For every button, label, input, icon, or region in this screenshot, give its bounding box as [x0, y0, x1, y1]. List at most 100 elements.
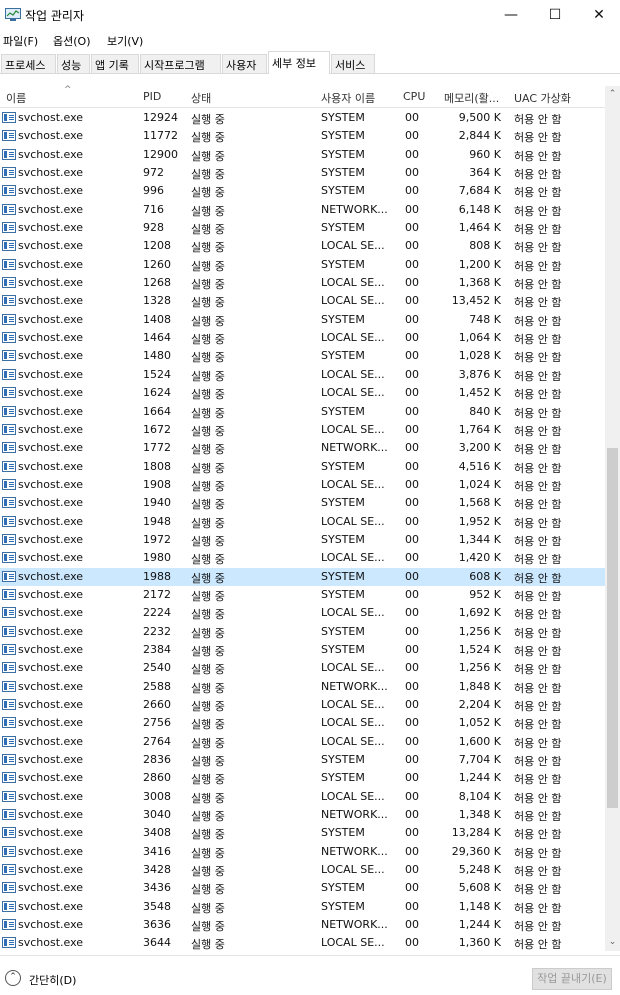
- column-header-name[interactable]: 이름: [6, 90, 26, 106]
- scroll-up-icon[interactable]: ⌃: [605, 86, 620, 103]
- process-memory: 1,452 K: [458, 386, 501, 400]
- collapse-chevron-icon[interactable]: ⌃: [5, 970, 21, 986]
- process-icon: [2, 313, 16, 325]
- column-header-cpu[interactable]: CPU: [403, 90, 425, 103]
- table-row[interactable]: svchost.exe 1808 실행 중 SYSTEM 00 4,516 K 허용 안 함: [0, 458, 605, 476]
- table-row[interactable]: svchost.exe 1948 실행 중 LOCAL SE... 00 1,952 K 허…: [0, 513, 605, 531]
- process-status: 실행 중: [191, 718, 225, 732]
- process-status: 실행 중: [191, 846, 225, 860]
- table-row[interactable]: svchost.exe 1940 실행 중 SYSTEM 00 1,568 K 허용 안 함: [0, 494, 605, 512]
- maximize-button[interactable]: ☐: [532, 0, 578, 30]
- table-row[interactable]: svchost.exe 2172 실행 중 SYSTEM 00 952 K 허용 안 함: [0, 586, 605, 604]
- table-row[interactable]: svchost.exe 12924 실행 중 SYSTEM 00 9,500 K 허용 안 …: [0, 109, 605, 127]
- table-row[interactable]: svchost.exe 12900 실행 중 SYSTEM 00 960 K 허용 안 함: [0, 146, 605, 164]
- table-row[interactable]: svchost.exe 928 실행 중 SYSTEM 00 1,464 K 허용 안 함: [0, 219, 605, 237]
- process-memory: 1,464 K: [458, 221, 501, 235]
- process-name: svchost.exe: [18, 532, 84, 546]
- process-pid: 3008: [143, 789, 171, 803]
- table-row[interactable]: svchost.exe 3436 실행 중 SYSTEM 00 5,608 K 허용 안 함: [0, 879, 605, 897]
- table-row[interactable]: svchost.exe 2540 실행 중 LOCAL SE... 00 1,256 K 허…: [0, 659, 605, 677]
- column-header-status[interactable]: 상태: [191, 90, 211, 106]
- table-row[interactable]: svchost.exe 1664 실행 중 SYSTEM 00 840 K 허용 안 함: [0, 403, 605, 421]
- process-name: svchost.exe: [18, 844, 84, 858]
- scroll-thumb[interactable]: [607, 448, 618, 808]
- table-row[interactable]: svchost.exe 1328 실행 중 LOCAL SE... 00 13,452 K…: [0, 292, 605, 310]
- column-header-memory[interactable]: 메모리(활...: [444, 90, 499, 106]
- tab-app-history[interactable]: 앱 기록: [91, 54, 139, 73]
- process-uac: 허용 안 함: [514, 204, 562, 218]
- table-row[interactable]: svchost.exe 2588 실행 중 NETWORK... 00 1,848 K 허용…: [0, 678, 605, 696]
- table-row[interactable]: svchost.exe 3428 실행 중 LOCAL SE... 00 5,248 K 허…: [0, 861, 605, 879]
- table-row[interactable]: svchost.exe 2224 실행 중 LOCAL SE... 00 1,692 K 허…: [0, 604, 605, 622]
- table-row[interactable]: svchost.exe 2384 실행 중 SYSTEM 00 1,524 K 허용 안 함: [0, 641, 605, 659]
- table-row[interactable]: svchost.exe 1908 실행 중 LOCAL SE... 00 1,024 K 허…: [0, 476, 605, 494]
- collapse-details-link[interactable]: 간단히(D): [29, 972, 76, 988]
- tab-performance[interactable]: 성능: [57, 54, 90, 73]
- process-user: LOCAL SE...: [321, 367, 385, 381]
- table-row[interactable]: svchost.exe 1208 실행 중 LOCAL SE... 00 808 K 허용 …: [0, 237, 605, 255]
- menu-options[interactable]: 옵션(O): [53, 33, 90, 49]
- process-name: svchost.exe: [18, 642, 84, 656]
- table-row[interactable]: svchost.exe 1980 실행 중 LOCAL SE... 00 1,420 K 허…: [0, 549, 605, 567]
- table-row[interactable]: svchost.exe 11772 실행 중 SYSTEM 00 2,844 K 허용 안 …: [0, 127, 605, 145]
- process-memory: 1,344 K: [458, 532, 501, 546]
- process-cpu: 00: [405, 239, 419, 253]
- process-pid: 3548: [143, 899, 171, 913]
- tab-users[interactable]: 사용자: [222, 54, 267, 73]
- tab-details[interactable]: 세부 정보: [268, 51, 330, 74]
- table-row[interactable]: svchost.exe 996 실행 중 SYSTEM 00 7,684 K 허용 안 함: [0, 182, 605, 200]
- menu-file[interactable]: 파일(F): [3, 33, 38, 49]
- table-row[interactable]: svchost.exe 1260 실행 중 SYSTEM 00 1,200 K 허용 안 함: [0, 256, 605, 274]
- table-row[interactable]: svchost.exe 972 실행 중 SYSTEM 00 364 K 허용 안 함: [0, 164, 605, 182]
- process-name: svchost.exe: [18, 221, 84, 235]
- table-row[interactable]: svchost.exe 1972 실행 중 SYSTEM 00 1,344 K 허용 안 함: [0, 531, 605, 549]
- process-name: svchost.exe: [18, 496, 84, 510]
- table-row[interactable]: svchost.exe 1464 실행 중 LOCAL SE... 00 1,064 K 허…: [0, 329, 605, 347]
- process-uac: 허용 안 함: [514, 443, 562, 457]
- table-row[interactable]: svchost.exe 1672 실행 중 LOCAL SE... 00 1,764 K 허…: [0, 421, 605, 439]
- minimize-button[interactable]: —: [488, 0, 534, 30]
- process-cpu: 00: [405, 129, 419, 143]
- table-row[interactable]: svchost.exe 1408 실행 중 SYSTEM 00 748 K 허용 안 함: [0, 311, 605, 329]
- column-header-uac[interactable]: UAC 가상화: [514, 90, 571, 106]
- scroll-down-icon[interactable]: ⌄: [605, 934, 620, 951]
- table-row[interactable]: svchost.exe 1524 실행 중 LOCAL SE... 00 3,876 K 허…: [0, 366, 605, 384]
- tab-processes[interactable]: 프로세스: [1, 54, 56, 73]
- column-header-pid[interactable]: PID: [143, 90, 161, 103]
- process-icon: [2, 680, 16, 692]
- menu-view[interactable]: 보기(V): [107, 33, 143, 49]
- process-icon: [2, 460, 16, 472]
- process-memory: 13,284 K: [451, 826, 501, 840]
- table-row[interactable]: svchost.exe 3008 실행 중 LOCAL SE... 00 8,104 K 허…: [0, 788, 605, 806]
- process-uac: 허용 안 함: [514, 461, 562, 475]
- table-row[interactable]: svchost.exe 2764 실행 중 LOCAL SE... 00 1,600 K 허…: [0, 733, 605, 751]
- process-pid: 2172: [143, 587, 171, 601]
- table-row[interactable]: svchost.exe 1268 실행 중 LOCAL SE... 00 1,368 K 허…: [0, 274, 605, 292]
- table-row[interactable]: svchost.exe 3636 실행 중 NETWORK... 00 1,244 K 허용…: [0, 916, 605, 934]
- close-button[interactable]: ✕: [576, 0, 620, 30]
- table-row[interactable]: svchost.exe 3416 실행 중 NETWORK... 00 29,360 K 허…: [0, 843, 605, 861]
- process-pid: 1808: [143, 459, 171, 473]
- table-row[interactable]: svchost.exe 2232 실행 중 SYSTEM 00 1,256 K 허용 안 함: [0, 623, 605, 641]
- table-row[interactable]: svchost.exe 2756 실행 중 LOCAL SE... 00 1,052 K 허…: [0, 714, 605, 732]
- table-row[interactable]: svchost.exe 3408 실행 중 SYSTEM 00 13,284 K 허용 안 …: [0, 824, 605, 842]
- table-row[interactable]: svchost.exe 1624 실행 중 LOCAL SE... 00 1,452 K 허…: [0, 384, 605, 402]
- table-row[interactable]: svchost.exe 3644 실행 중 LOCAL SE... 00 1,360 K 허…: [0, 934, 605, 951]
- end-task-button[interactable]: 작업 끝내기(E): [532, 968, 612, 990]
- process-memory: 364 K: [469, 166, 501, 180]
- column-header-user[interactable]: 사용자 이름: [321, 90, 375, 106]
- table-row[interactable]: svchost.exe 1772 실행 중 NETWORK... 00 3,200 K 허용…: [0, 439, 605, 457]
- table-row[interactable]: svchost.exe 2660 실행 중 LOCAL SE... 00 2,204 K 허…: [0, 696, 605, 714]
- table-row[interactable]: svchost.exe 2860 실행 중 SYSTEM 00 1,244 K 허용 안 함: [0, 769, 605, 787]
- table-row[interactable]: svchost.exe 3548 실행 중 SYSTEM 00 1,148 K 허용 안 함: [0, 898, 605, 916]
- tab-startup[interactable]: 시작프로그램: [140, 54, 221, 73]
- tab-services[interactable]: 서비스: [331, 54, 375, 73]
- table-row[interactable]: svchost.exe 716 실행 중 NETWORK... 00 6,148 K 허용 …: [0, 201, 605, 219]
- table-row[interactable]: svchost.exe 1480 실행 중 SYSTEM 00 1,028 K 허용 안 함: [0, 347, 605, 365]
- vertical-scrollbar[interactable]: ⌃ ⌄: [605, 86, 620, 951]
- process-uac: 허용 안 함: [514, 296, 562, 310]
- table-row[interactable]: svchost.exe 2836 실행 중 SYSTEM 00 7,704 K 허용 안 함: [0, 751, 605, 769]
- table-row[interactable]: svchost.exe 3040 실행 중 NETWORK... 00 1,348 K 허용…: [0, 806, 605, 824]
- table-row[interactable]: svchost.exe 1988 실행 중 SYSTEM 00 608 K 허용 안 함: [0, 567, 605, 586]
- process-icon: [2, 442, 16, 454]
